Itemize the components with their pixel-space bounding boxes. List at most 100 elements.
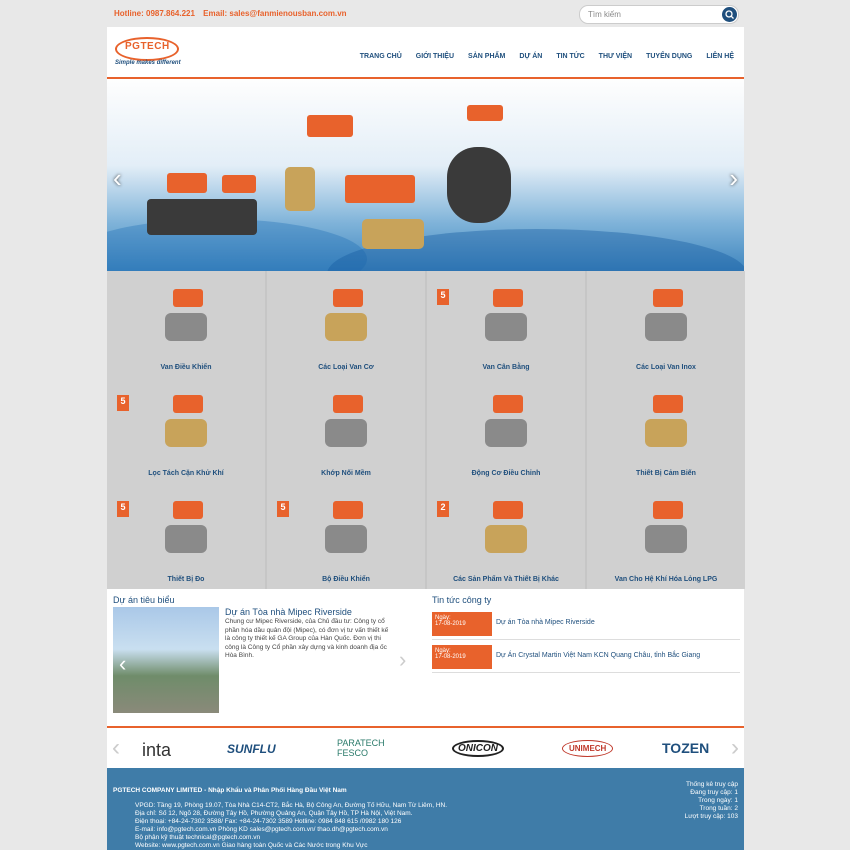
product-label[interactable]: Động Cơ Điều Chỉnh (427, 470, 585, 477)
partner-logo-tozen[interactable]: TOZEN (662, 740, 709, 756)
search-box[interactable]: Tìm kiếm (579, 5, 739, 24)
product-label[interactable]: Lọc Tách Cặn Khử Khí (107, 470, 265, 477)
product-card[interactable]: Các Loại Van Inox (587, 271, 745, 377)
product-image[interactable] (631, 495, 701, 561)
footer-line[interactable]: Bộ phận kỹ thuật technical@pgtech.com.vn (135, 834, 447, 842)
content-section: Dự án tiêu biểu ‹ Dự án Tòa nhà Mipec Ri… (107, 589, 744, 726)
logo[interactable]: PGTECH Simple makes different (115, 35, 181, 67)
product-label[interactable]: Thiết Bị Cảm Biến (587, 470, 745, 477)
partner-logo-sunflu[interactable]: SUNFLU (227, 742, 276, 756)
product-card[interactable]: 5 Van Cân Bằng (427, 271, 585, 377)
product-image[interactable] (471, 495, 541, 561)
nav-library[interactable]: THƯ VIỆN (599, 53, 632, 60)
nav-products[interactable]: SẢN PHẨM (468, 53, 505, 60)
search-input[interactable]: Tìm kiếm (588, 10, 621, 19)
news-date: Ngày: 17-08-2019 (432, 645, 492, 669)
product-card[interactable]: Khớp Nối Mềm (267, 377, 425, 483)
stats-total: Lượt truy cập: 103 (684, 813, 738, 820)
product-image[interactable] (151, 283, 221, 349)
news-date: Ngày: 17-08-2019 (432, 612, 492, 636)
partner-logo-unimech[interactable]: UNIMECH (562, 740, 614, 757)
nav-home[interactable]: TRANG CHỦ (360, 53, 402, 60)
product-label[interactable]: Các Sản Phẩm Và Thiết Bị Khác (427, 576, 585, 583)
stats-title: Thống kê truy cập (685, 781, 738, 788)
partners-prev-icon[interactable]: ‹ (112, 734, 120, 762)
product-label[interactable]: Khớp Nối Mềm (267, 470, 425, 477)
product-card[interactable]: Thiết Bị Cảm Biến (587, 377, 745, 483)
slider-prev-icon[interactable]: ‹ (113, 163, 122, 194)
partners-next-icon[interactable]: › (731, 734, 739, 762)
stats-online: Đang truy cập: 1 (690, 789, 738, 796)
footer-company: PGTECH COMPANY LIMITED - Nhập Khẩu và Ph… (113, 787, 347, 794)
hotline-text[interactable]: Hotline: 0987.864.221 (114, 9, 195, 18)
product-label[interactable]: Các Loại Van Inox (587, 364, 745, 371)
nav-contact[interactable]: LIÊN HỆ (706, 53, 734, 60)
nav-projects[interactable]: DỰ ÁN (519, 53, 542, 60)
news-title[interactable]: Dự án Tòa nhà Mipec Riverside (496, 619, 595, 626)
partner-logo-paratech[interactable]: PARATECH FESCO (337, 738, 407, 758)
product-card[interactable]: Van Điều Khiển (107, 271, 265, 377)
product-image[interactable] (471, 389, 541, 455)
product-card[interactable]: 5 Bộ Điều Khiển (267, 483, 425, 589)
partners-bar: ‹ inta SUNFLU PARATECH FESCO ONICON UNIM… (107, 726, 744, 770)
product-card[interactable]: Các Loại Van Cơ (267, 271, 425, 377)
contact-line: Hotline: 0987.864.221 Email: sales@fanmi… (114, 9, 353, 18)
product-image[interactable] (311, 495, 381, 561)
site-header: PGTECH Simple makes different TRANG CHỦ … (107, 27, 744, 79)
product-image[interactable] (151, 495, 221, 561)
product-label[interactable]: Thiết Bị Đo (107, 576, 265, 583)
warranty-badge: 5 (117, 501, 129, 517)
news-heading: Tin tức công ty (432, 595, 492, 605)
nav-about[interactable]: GIỚI THIỆU (416, 53, 454, 60)
projects-heading: Dự án tiêu biểu (113, 595, 175, 605)
product-label[interactable]: Van Cân Bằng (427, 364, 585, 371)
product-card[interactable]: 2 Các Sản Phẩm Và Thiết Bị Khác (427, 483, 585, 589)
product-label[interactable]: Bộ Điều Khiển (267, 576, 425, 583)
footer-contact-lines: VPGD: Tầng 19, Phòng 19.07, Tòa Nhà C14-… (135, 802, 447, 850)
nav-careers[interactable]: TUYỂN DỤNG (646, 53, 692, 60)
product-image[interactable] (311, 389, 381, 455)
visitor-stats: Thống kê truy cập Đang truy cập: 1 Trong… (685, 781, 738, 821)
product-card[interactable]: Động Cơ Điều Chỉnh (427, 377, 585, 483)
project-next-icon[interactable]: › (399, 647, 406, 673)
product-card[interactable]: 5 Thiết Bị Đo (107, 483, 265, 589)
product-label[interactable]: Các Loại Van Cơ (267, 364, 425, 371)
product-label[interactable]: Van Điều Khiển (107, 364, 265, 371)
divider (432, 639, 740, 640)
logo-slogan: Simple makes different (115, 60, 181, 66)
search-icon[interactable] (722, 7, 737, 22)
partner-logo-inta[interactable]: inta (142, 740, 171, 761)
project-description: Chung cư Mipec Riverside, của Chủ đầu tư… (225, 618, 389, 659)
project-image[interactable]: ‹ (113, 607, 219, 713)
logo-text: PGTECH (125, 41, 170, 52)
footer-line[interactable]: Website: www.pgtech.com.vn Giao hàng toà… (135, 842, 447, 850)
product-card[interactable]: Van Cho Hệ Khí Hóa Lỏng LPG (587, 483, 745, 589)
warranty-badge: 5 (117, 395, 129, 411)
news-title[interactable]: Dự Án Crystal Martin Việt Nam KCN Quang … (496, 652, 700, 659)
news-item[interactable]: Ngày: 17-08-2019 Dự Án Crystal Martin Vi… (432, 645, 740, 669)
email-text[interactable]: Email: sales@fanmienousban.com.vn (203, 9, 346, 18)
footer-line[interactable]: E-mail: info@pgtech.com.vn Phòng KD sale… (135, 826, 447, 834)
warranty-badge: 5 (437, 289, 449, 305)
product-label[interactable]: Van Cho Hệ Khí Hóa Lỏng LPG (587, 576, 745, 583)
product-image[interactable] (311, 283, 381, 349)
product-image[interactable] (471, 283, 541, 349)
product-card[interactable]: 5 Lọc Tách Cặn Khử Khí (107, 377, 265, 483)
slider-next-icon[interactable]: › (729, 163, 738, 194)
footer-line: VPGD: Tầng 19, Phòng 19.07, Tòa Nhà C14-… (135, 802, 448, 809)
hero-slider[interactable]: ‹ › (107, 79, 744, 271)
nav-news[interactable]: TIN TỨC (556, 53, 584, 60)
partner-logo-onicon[interactable]: ONICON (452, 740, 504, 757)
product-grid: Van Điều Khiển Các Loại Van Cơ 5 Van Cân Bằ… (107, 271, 745, 589)
footer-line: Điện thoại: +84-24-7302 3588/ Fax: +84-2… (135, 818, 402, 825)
footer: PGTECH COMPANY LIMITED - Nhập Khẩu và Ph… (107, 768, 744, 850)
main-nav: TRANG CHỦ GIỚI THIỆU SẢN PHẨM DỰ ÁN TIN … (360, 53, 734, 60)
project-prev-icon[interactable]: ‹ (119, 651, 126, 677)
product-image[interactable] (631, 389, 701, 455)
product-image[interactable] (631, 283, 701, 349)
news-item[interactable]: Ngày: 17-08-2019 Dự án Tòa nhà Mipec Riv… (432, 612, 740, 636)
project-title[interactable]: Dự án Tòa nhà Mipec Riverside (225, 607, 352, 617)
product-image[interactable] (151, 389, 221, 455)
footer-line: Địa chỉ: Số 12, Ngõ 28, Đường Tây Hồ, Ph… (135, 810, 413, 817)
stats-today: Trong ngày: 1 (698, 797, 738, 804)
